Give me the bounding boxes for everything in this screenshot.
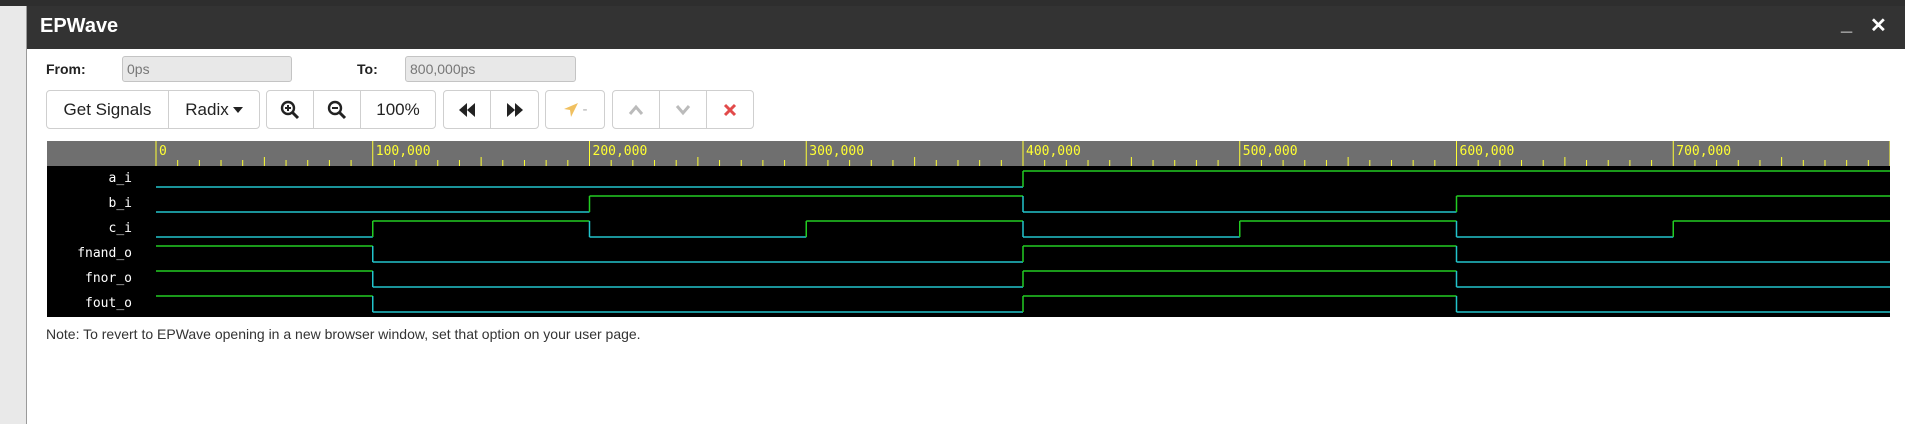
signals-button-group: Get Signals Radix bbox=[46, 90, 260, 129]
window-titlebar[interactable]: EPWave _ ✕ bbox=[27, 6, 1905, 49]
cursor-marker-button[interactable]: - bbox=[546, 91, 604, 128]
from-time-input[interactable] bbox=[122, 56, 292, 82]
rewind-button[interactable] bbox=[444, 91, 491, 128]
fast-forward-icon bbox=[506, 102, 523, 117]
waveform-viewer[interactable]: 0 100,000 200,000 300,000 400,000 500,000 600,… bbox=[47, 141, 1890, 317]
radix-label: Radix bbox=[185, 99, 229, 119]
radix-dropdown[interactable]: Radix bbox=[169, 91, 259, 128]
from-label: From: bbox=[46, 61, 86, 77]
window-title: EPWave bbox=[40, 15, 119, 37]
ruler-tick-label: 200,000 bbox=[593, 144, 648, 159]
note-text: Note: To revert to EPWave opening in a n… bbox=[46, 326, 641, 342]
close-window-button[interactable]: ✕ bbox=[1870, 13, 1887, 38]
cursor-value: - bbox=[582, 101, 588, 118]
ruler-tick-label: 700,000 bbox=[1676, 144, 1731, 159]
close-x-icon bbox=[723, 103, 737, 116]
chevron-up-icon bbox=[628, 104, 644, 115]
to-label: To: bbox=[357, 61, 378, 77]
move-signal-down-button[interactable] bbox=[660, 91, 707, 128]
ruler-tick-label: 600,000 bbox=[1460, 144, 1515, 159]
navigation-button-group bbox=[443, 90, 539, 129]
fast-forward-button[interactable] bbox=[491, 91, 538, 128]
ruler-tick-label: 400,000 bbox=[1026, 144, 1081, 159]
signal-name-fnor-o: fnor_o bbox=[85, 271, 132, 286]
zoom-level-value: 100% bbox=[376, 99, 420, 119]
signal-name-b-i: b_i bbox=[109, 196, 132, 211]
zoom-button-group: 100% bbox=[266, 90, 436, 129]
cursor-button-group: - bbox=[545, 90, 605, 129]
signal-name-fout-o: fout_o bbox=[85, 296, 132, 311]
waveform-background bbox=[47, 141, 1890, 317]
to-time-input[interactable] bbox=[405, 56, 576, 82]
zoom-in-icon bbox=[280, 100, 300, 119]
move-signal-up-button[interactable] bbox=[613, 91, 660, 128]
ruler-tick-label: 300,000 bbox=[809, 144, 864, 159]
chevron-down-icon bbox=[675, 104, 691, 115]
zoom-out-icon bbox=[327, 100, 347, 119]
ruler-tick-label: 100,000 bbox=[376, 144, 431, 159]
delete-signal-button[interactable] bbox=[707, 91, 753, 128]
zoom-out-button[interactable] bbox=[314, 91, 361, 128]
minimize-button[interactable]: _ bbox=[1841, 13, 1852, 36]
background-page-strip bbox=[0, 0, 26, 424]
get-signals-button[interactable]: Get Signals bbox=[47, 91, 169, 128]
ruler-tick-label: 0 bbox=[159, 144, 167, 159]
signal-name-c-i: c_i bbox=[109, 221, 132, 236]
epwave-window: EPWave _ ✕ From: To: Get Signals Radix 1… bbox=[26, 6, 1905, 424]
zoom-in-button[interactable] bbox=[267, 91, 314, 128]
cursor-arrow-icon bbox=[563, 102, 578, 117]
time-ruler bbox=[47, 141, 1890, 166]
get-signals-label: Get Signals bbox=[63, 99, 152, 119]
signal-name-fnand-o: fnand_o bbox=[77, 246, 132, 261]
signal-name-a-i: a_i bbox=[109, 171, 132, 186]
ruler-tick-label: 500,000 bbox=[1243, 144, 1298, 159]
rewind-icon bbox=[459, 102, 475, 117]
zoom-level-button[interactable]: 100% bbox=[361, 91, 435, 128]
caret-down-icon bbox=[232, 106, 243, 113]
signal-edit-button-group bbox=[612, 90, 754, 129]
